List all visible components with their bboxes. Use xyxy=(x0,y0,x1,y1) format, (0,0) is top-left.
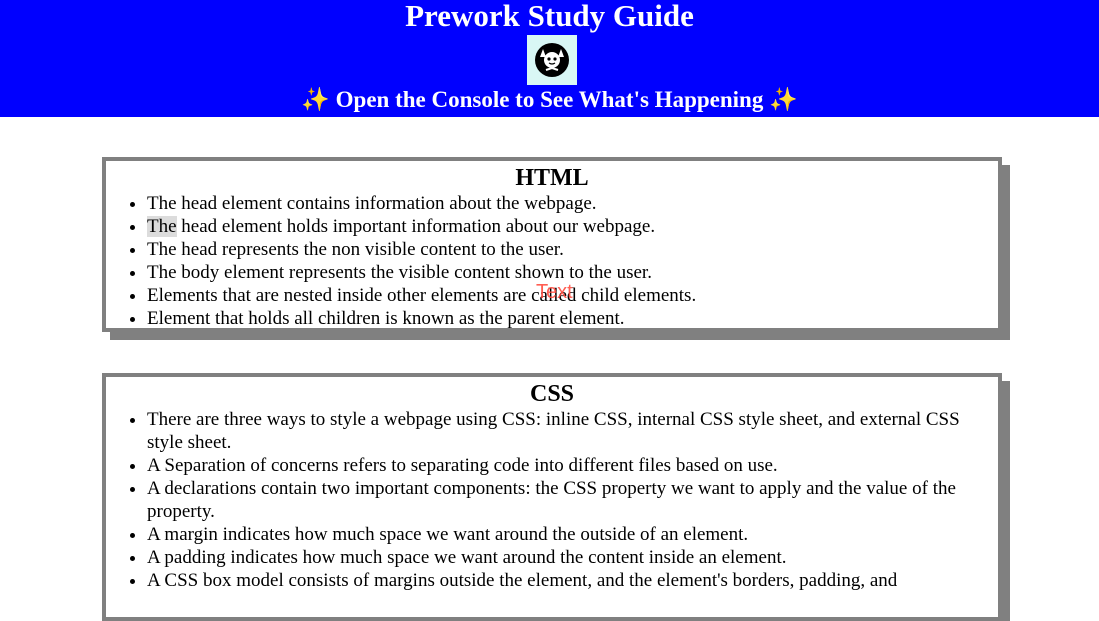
highlighted-word: The xyxy=(147,216,177,237)
css-section-title: CSS xyxy=(529,381,575,407)
list-item: A margin indicates how much space we wan… xyxy=(147,523,998,546)
subtitle-text: Open the Console to See What's Happening xyxy=(335,87,764,112)
page-subtitle: ✨ Open the Console to See What's Happeni… xyxy=(0,86,1099,114)
page-header: Prework Study Guide ✨ Open the Console t… xyxy=(0,0,1099,117)
sparkle-icon: ✨ xyxy=(769,87,798,112)
page-title: Prework Study Guide xyxy=(405,0,694,33)
list-item: There are three ways to style a webpage … xyxy=(147,408,998,454)
list-item: The head represents the non visible cont… xyxy=(147,238,998,261)
list-item-text: head element holds important information… xyxy=(176,216,656,237)
css-section: CSS There are three ways to style a webp… xyxy=(102,373,1002,621)
list-item: A padding indicates how much space we wa… xyxy=(147,546,998,569)
html-section-title: HTML xyxy=(515,165,589,191)
list-item: A declarations contain two important com… xyxy=(147,477,998,523)
list-item: A CSS box model consists of margins outs… xyxy=(147,569,998,592)
cat-avatar-icon xyxy=(527,35,577,85)
list-item: A Separation of concerns refers to separ… xyxy=(147,454,998,477)
html-notes-list: The head element contains information ab… xyxy=(106,192,998,330)
html-section: HTML The head element contains informati… xyxy=(102,157,1002,332)
list-item: Element that holds all children is known… xyxy=(147,307,998,330)
sparkle-icon: ✨ xyxy=(301,87,330,112)
floating-text-overlay: Text xyxy=(536,281,573,303)
list-item: The head element contains information ab… xyxy=(147,192,998,215)
list-item: The head element holds important informa… xyxy=(147,215,998,238)
css-notes-list: There are three ways to style a webpage … xyxy=(106,408,998,592)
